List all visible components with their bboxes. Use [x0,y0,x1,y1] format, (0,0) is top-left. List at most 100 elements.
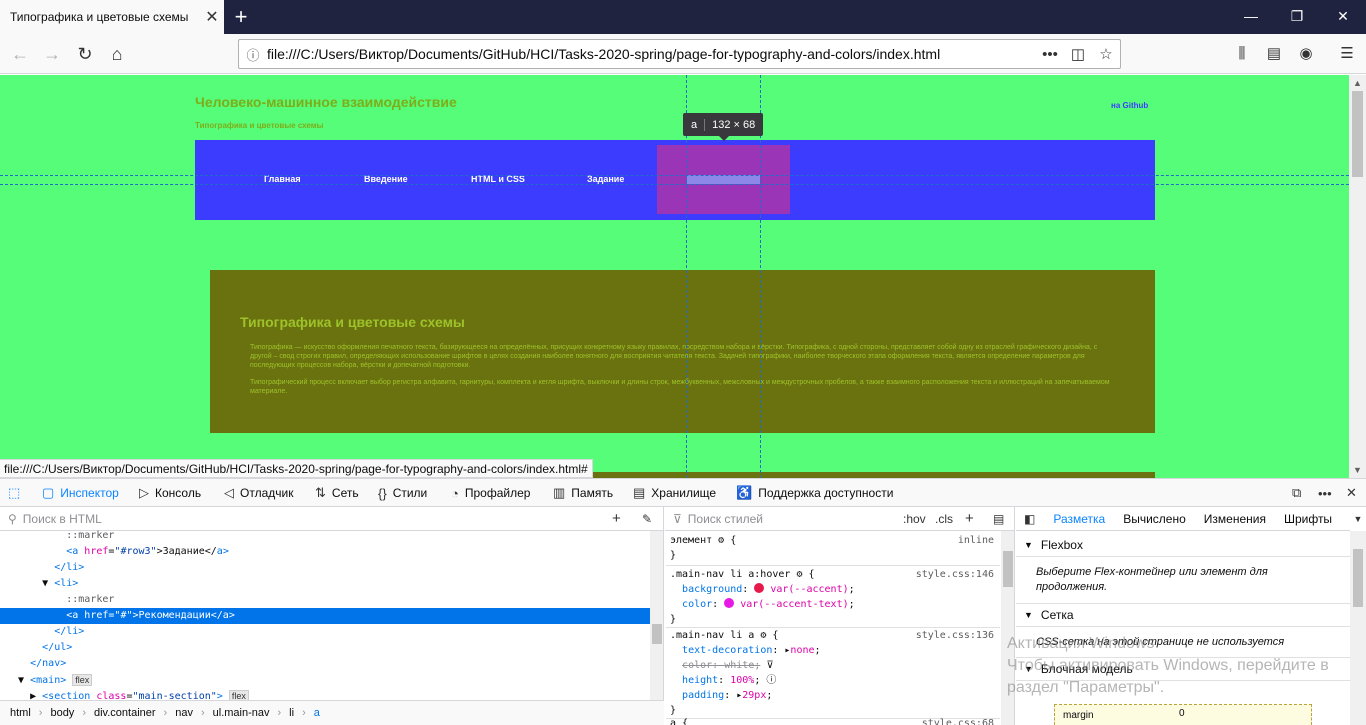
print-media-icon[interactable]: ▤ [993,512,1004,526]
rule-source[interactable]: style.css:136 [916,628,994,643]
scroll-thumb[interactable] [652,624,662,644]
rule-declaration[interactable]: height: 100%; ⓘ [670,673,1000,688]
tabs-overflow-icon[interactable]: ▼ [1350,507,1366,531]
prop-value[interactable]: 100% [730,675,754,686]
tree-node[interactable]: </ul> [0,640,650,656]
info-icon[interactable]: ⓘ [766,675,776,686]
hov-toggle[interactable]: :hov [903,512,926,526]
maximize-button[interactable]: ❐ [1274,0,1320,34]
minimize-button[interactable]: — [1228,0,1274,34]
tab-inspector[interactable]: ▢ Инспектор [42,479,119,507]
color-swatch[interactable] [724,598,735,608]
rule-declaration-overridden[interactable]: color: white; ⊽ [670,658,1000,673]
tree-node[interactable]: ::marker [0,592,650,608]
tab-changes[interactable]: Изменения [1204,512,1266,526]
cls-toggle[interactable]: .cls [935,512,953,526]
tab-console[interactable]: ▷ Консоль [139,479,201,507]
box-model-margin[interactable]: margin 0 [1054,704,1312,725]
color-swatch[interactable] [754,583,765,593]
element-picker-icon[interactable]: ⬚ [8,479,26,507]
add-node-icon[interactable]: + [612,510,621,527]
prop-name[interactable]: background [682,584,742,595]
tab-styles[interactable]: {} Стили [378,479,427,507]
tree-node[interactable]: </li> [0,560,650,576]
browser-tab[interactable]: Типографика и цветовые схемы ✕ [0,0,224,34]
tab-profiler[interactable]: ◔ Профайлер [451,479,530,507]
prop-value[interactable]: none [790,645,814,656]
tree-node[interactable]: ▼ <li> [0,576,650,592]
layout-pane-scrollbar[interactable] [1350,531,1366,725]
prop-name[interactable]: color [682,599,712,610]
rule-source[interactable]: inline [958,533,994,548]
prop-name[interactable]: padding [682,690,724,701]
rule-declaration[interactable]: text-decoration: ▸none; [670,643,1000,658]
rule-hover[interactable]: .main-nav li a:hover ⚙ {style.css:146 [670,567,1000,582]
scroll-down-icon[interactable]: ▼ [1349,462,1366,478]
back-icon[interactable]: ← [6,40,34,68]
page-scrollbar[interactable]: ▲ ▼ [1349,75,1366,478]
breadcrumb-item[interactable]: a [314,707,320,719]
home-icon[interactable]: ⌂ [103,40,131,68]
attr-value[interactable]: "#" [114,610,132,621]
scroll-thumb[interactable] [1352,91,1363,177]
tab-fonts[interactable]: Шрифты [1284,512,1332,526]
prop-value[interactable]: white [724,660,754,671]
tab-accessibility[interactable]: ♿ Поддержка доступности [736,479,893,507]
github-link[interactable]: на Github [1111,101,1148,110]
rule-main-nav-a[interactable]: .main-nav li a ⚙ {style.css:136 [670,628,1000,643]
tab-computed[interactable]: Вычислено [1123,512,1186,526]
prop-name[interactable]: text-decoration [682,645,772,656]
breadcrumb-item[interactable]: div.container [94,707,156,719]
rule-declaration[interactable]: background: var(--accent); [670,582,1000,597]
add-rule-icon[interactable]: + [965,510,974,527]
tree-node[interactable]: <a href="#row3">Задание</a> [0,544,650,560]
toggle-sidebar-icon[interactable]: ◧ [1024,512,1035,526]
tab-debugger[interactable]: ◁ Отладчик [224,479,293,507]
tree-node[interactable]: ▼ <main> flex [0,672,650,688]
prop-value[interactable]: var(--accent) [770,584,848,595]
breadcrumb-item[interactable]: li [289,707,294,719]
flex-badge[interactable]: flex [72,674,93,686]
flexbox-section-header[interactable]: ▼ Flexbox [1016,533,1350,557]
breadcrumb-item[interactable]: body [50,707,74,719]
prop-value[interactable]: 29px [742,690,766,701]
breadcrumb-item[interactable]: html [10,707,31,719]
rule-a[interactable]: a {style.css:68 [670,716,1000,725]
margin-top-value[interactable]: 0 [1179,708,1185,719]
prop-name[interactable]: height [682,675,718,686]
tab-memory[interactable]: ▥ Память [553,479,613,507]
sidebar-icon[interactable]: ▤ [1260,40,1288,68]
url-text[interactable]: file:///C:/Users/Виктор/Documents/GitHub… [267,46,1036,62]
styles-search[interactable]: ⊽ Поиск стилей :hov .cls + ▤ [665,507,1014,531]
breadcrumb-item[interactable]: ul.main-nav [213,707,270,719]
reload-icon[interactable]: ↻ [71,40,99,68]
prop-name[interactable]: color [682,660,712,671]
dock-icon[interactable]: ⧉ [1292,479,1307,507]
tab-network[interactable]: ⇅ Сеть [315,479,359,507]
eyedropper-icon[interactable]: ✎ [642,512,652,526]
rule-declaration[interactable]: padding: ▸29px; [670,688,1000,703]
menu-icon[interactable]: ☰ [1333,40,1361,68]
devtools-options-icon[interactable]: ••• [1318,479,1338,507]
tab-close-icon[interactable]: ✕ [200,7,224,27]
tab-storage[interactable]: ▤ Хранилище [633,479,716,507]
scroll-thumb[interactable] [1003,551,1013,587]
overridden-filter-icon[interactable]: ⊽ [766,660,773,671]
library-icon[interactable]: ⫼ [1228,40,1256,68]
bookmark-star-icon[interactable]: ☆ [1092,45,1120,63]
pocket-icon[interactable]: ◫ [1064,45,1092,63]
new-tab-button[interactable]: + [228,4,254,30]
scroll-thumb[interactable] [1353,549,1363,607]
page-actions-icon[interactable]: ••• [1036,46,1064,63]
forward-icon[interactable]: → [38,40,66,68]
tree-node-selected[interactable]: <a href="#">Рекомендации</a> [0,608,650,624]
close-window-button[interactable]: ✕ [1320,0,1366,34]
rule-source[interactable]: style.css:146 [916,567,994,582]
rule-element[interactable]: элемент ⚙ {inline [670,533,1000,548]
scroll-up-icon[interactable]: ▲ [1349,75,1366,91]
tree-node[interactable]: </li> [0,624,650,640]
html-pane-scrollbar[interactable] [650,531,663,701]
site-info-icon[interactable]: ⓘ [239,45,267,64]
devtools-close-icon[interactable]: ✕ [1346,479,1363,507]
rule-source[interactable]: style.css:68 [922,716,994,725]
